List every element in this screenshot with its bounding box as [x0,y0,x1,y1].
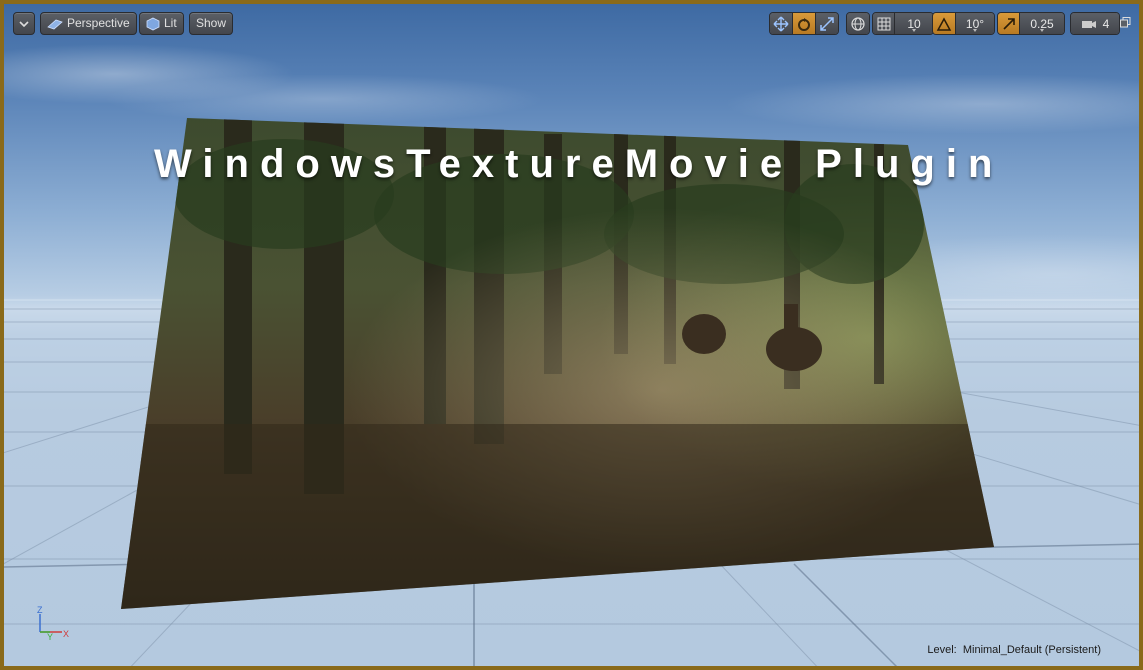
scale-snap-toggle[interactable] [998,13,1020,34]
axis-x-label: X [63,629,69,639]
rotation-snap-toggle[interactable] [933,13,956,34]
rotate-icon [798,17,810,31]
show-label: Show [196,16,227,30]
lit-sphere-icon [146,17,160,30]
grid-snap-group: 10 [872,12,934,35]
camera-speed-value: 4 [1102,16,1110,31]
world-local-toggle[interactable] [847,13,869,34]
viewport-options-button[interactable] [13,12,35,35]
scale-snap-value[interactable]: 0.25 [1020,13,1064,34]
move-arrows-icon [773,16,789,31]
perspective-label: Perspective [67,16,130,30]
rotation-snap-value[interactable]: 10° [956,13,994,34]
globe-icon [851,16,865,31]
coordinate-system [846,12,870,35]
overlay-title: WindowsTextureMovie Plugin [154,142,1004,186]
rotation-snap-group: 10° [932,12,995,35]
rotate-tool-button[interactable] [793,13,816,34]
viewport-scene [4,118,1139,666]
maximize-viewport-icon[interactable] [1120,17,1131,28]
camera-speed-group: 4 [1070,12,1120,35]
level-label: Level: [927,644,957,656]
chevron-down-icon [19,20,29,27]
translate-tool-button[interactable] [770,13,793,34]
grid-snap-toggle[interactable] [873,13,895,34]
grid-icon [877,17,890,30]
lit-label: Lit [164,16,177,30]
transform-tools [769,12,839,35]
axis-gizmo-icon: Z Y X [37,605,69,640]
angle-icon [936,16,952,31]
view-mode-button[interactable]: Lit [139,12,184,35]
camera-speed-button[interactable]: 4 [1071,13,1119,34]
grid-snap-value[interactable]: 10 [895,13,933,34]
perspective-button[interactable]: Perspective [40,12,137,35]
level-name: Minimal_Default (Persistent) [962,644,1101,656]
level-indicator: Level: Minimal_Default (Persistent) [927,644,1101,656]
scale-snap-group: 0.25 [997,12,1065,35]
camera-icon [1081,20,1096,28]
viewport-frame: WindowsTextureMovie Plugin Perspective L… [0,0,1143,670]
level-viewport[interactable]: WindowsTextureMovie Plugin Perspective L… [4,4,1139,666]
scale-icon [820,16,834,31]
perspective-cube-icon [47,19,63,29]
axis-y-label: Y [47,632,53,640]
show-button[interactable]: Show [189,12,234,35]
scale-tool-button[interactable] [816,13,838,34]
axis-z-label: Z [37,605,43,615]
scale-arrow-icon [1002,17,1015,30]
